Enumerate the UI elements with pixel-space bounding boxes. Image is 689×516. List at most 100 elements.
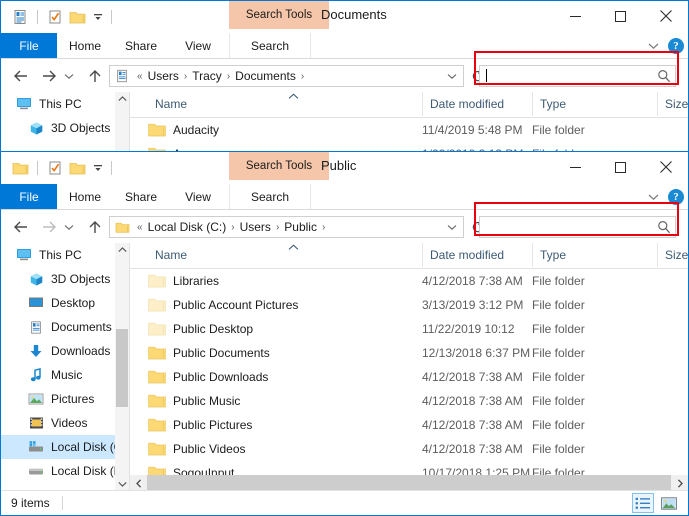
column-header-size[interactable]: Size bbox=[657, 92, 688, 116]
scroll-up-arrow-icon[interactable] bbox=[115, 92, 129, 106]
table-row[interactable]: Audacity 11/4/2019 5:48 PM File folder bbox=[130, 118, 688, 142]
tab-view[interactable]: View bbox=[169, 33, 227, 58]
nav-item-desktop[interactable]: Desktop bbox=[1, 291, 129, 315]
table-row[interactable]: Public Documents 12/13/2018 6:37 PM File… bbox=[130, 341, 688, 365]
address-bar[interactable]: « Local Disk (C:) › Users › Public › bbox=[109, 216, 464, 238]
nav-item-this-pc[interactable]: This PC bbox=[1, 243, 129, 267]
nav-item-this-pc[interactable]: This PC bbox=[1, 92, 129, 116]
properties-icon[interactable] bbox=[46, 8, 64, 26]
breadcrumb-separator[interactable]: › bbox=[227, 222, 238, 233]
collapse-ribbon-chevron-icon[interactable] bbox=[642, 184, 664, 209]
nav-pane-scrollbar[interactable] bbox=[115, 243, 129, 491]
new-folder-icon[interactable] bbox=[68, 159, 86, 177]
breadcrumb-separator[interactable]: › bbox=[318, 222, 329, 233]
breadcrumb-overflow[interactable]: « bbox=[133, 71, 147, 82]
table-row[interactable]: Public Desktop 11/22/2019 10:12 File fol… bbox=[130, 317, 688, 341]
column-header-type[interactable]: Type bbox=[532, 243, 657, 267]
nav-item-local-disk-d[interactable]: Local Disk (D:) bbox=[1, 459, 129, 483]
breadcrumb-item-tracy[interactable]: Tracy bbox=[191, 69, 223, 83]
column-header-size[interactable]: Size bbox=[657, 243, 688, 267]
search-box[interactable] bbox=[479, 65, 676, 87]
details-view-icon[interactable] bbox=[632, 493, 654, 513]
tab-view[interactable]: View bbox=[169, 184, 227, 209]
maximize-button[interactable] bbox=[598, 1, 643, 31]
table-row[interactable]: Public Videos 4/12/2018 7:38 AM File fol… bbox=[130, 437, 688, 461]
large-icons-view-icon[interactable] bbox=[658, 493, 680, 513]
help-button[interactable]: ? bbox=[668, 38, 684, 54]
search-icon[interactable] bbox=[653, 69, 675, 83]
folder-icon[interactable] bbox=[68, 8, 86, 26]
breadcrumb-separator[interactable]: › bbox=[272, 222, 283, 233]
help-button[interactable]: ? bbox=[668, 189, 684, 205]
tab-home[interactable]: Home bbox=[57, 33, 113, 58]
breadcrumb-item-documents[interactable]: Documents bbox=[234, 69, 297, 83]
nav-item-videos[interactable]: Videos bbox=[1, 411, 129, 435]
scrollbar-thumb[interactable] bbox=[116, 329, 128, 407]
nav-item-downloads[interactable]: Downloads bbox=[1, 339, 129, 363]
folder-icon[interactable] bbox=[11, 159, 29, 177]
tab-search[interactable]: Search bbox=[229, 33, 311, 58]
horizontal-scrollbar[interactable] bbox=[130, 475, 688, 491]
breadcrumb-separator[interactable]: › bbox=[223, 71, 234, 82]
table-row[interactable]: Public Account Pictures 3/13/2019 3:12 P… bbox=[130, 293, 688, 317]
scroll-left-arrow-icon[interactable] bbox=[130, 475, 147, 491]
search-icon[interactable] bbox=[653, 220, 675, 234]
tab-home[interactable]: Home bbox=[57, 184, 113, 209]
search-input[interactable] bbox=[480, 69, 653, 83]
breadcrumb-item-users[interactable]: Users bbox=[239, 220, 272, 234]
nav-item-music[interactable]: Music bbox=[1, 363, 129, 387]
customize-chevron-icon[interactable] bbox=[91, 159, 105, 177]
search-box[interactable] bbox=[479, 216, 676, 238]
item-count-label: 9 items bbox=[1, 496, 50, 510]
properties-icon[interactable] bbox=[46, 159, 64, 177]
address-dropdown-chevron-icon[interactable] bbox=[443, 217, 461, 237]
scroll-up-arrow-icon[interactable] bbox=[115, 243, 129, 257]
column-header-name[interactable]: Name bbox=[148, 92, 422, 116]
breadcrumb-item-local-disk-c[interactable]: Local Disk (C:) bbox=[147, 220, 228, 234]
table-row[interactable]: Libraries 4/12/2018 7:38 AM File folder bbox=[130, 269, 688, 293]
back-button[interactable] bbox=[9, 215, 33, 239]
close-button[interactable] bbox=[643, 1, 688, 31]
breadcrumb-overflow[interactable]: « bbox=[133, 222, 147, 233]
up-button[interactable] bbox=[83, 64, 107, 88]
nav-item-pictures[interactable]: Pictures bbox=[1, 387, 129, 411]
nav-item-3d-objects[interactable]: 3D Objects bbox=[1, 267, 129, 291]
breadcrumb-item-public[interactable]: Public bbox=[283, 220, 318, 234]
nav-item-documents[interactable]: Documents bbox=[1, 315, 129, 339]
tab-search[interactable]: Search bbox=[229, 184, 311, 209]
table-row[interactable]: Public Music 4/12/2018 7:38 AM File fold… bbox=[130, 389, 688, 413]
address-bar[interactable]: « Users › Tracy › Documents › bbox=[109, 65, 464, 87]
recent-locations-chevron-icon[interactable] bbox=[61, 215, 77, 239]
breadcrumb-separator[interactable]: › bbox=[180, 71, 191, 82]
minimize-button[interactable] bbox=[553, 152, 598, 182]
table-row[interactable]: Public Pictures 4/12/2018 7:38 AM File f… bbox=[130, 413, 688, 437]
tab-file[interactable]: File bbox=[1, 184, 57, 209]
breadcrumb-item-users[interactable]: Users bbox=[147, 69, 180, 83]
column-header-date-modified[interactable]: Date modified bbox=[422, 243, 532, 267]
nav-item-local-disk-c[interactable]: Local Disk (C:) bbox=[1, 435, 129, 459]
address-dropdown-chevron-icon[interactable] bbox=[443, 66, 461, 86]
forward-button[interactable] bbox=[37, 64, 61, 88]
collapse-ribbon-chevron-icon[interactable] bbox=[642, 33, 664, 58]
tab-share[interactable]: Share bbox=[113, 33, 169, 58]
tab-file[interactable]: File bbox=[1, 33, 57, 58]
column-header-name[interactable]: Name bbox=[148, 243, 422, 267]
customize-chevron-icon[interactable] bbox=[91, 8, 105, 26]
breadcrumb-separator[interactable]: › bbox=[297, 71, 308, 82]
close-button[interactable] bbox=[643, 152, 688, 182]
minimize-button[interactable] bbox=[553, 1, 598, 31]
nav-pane-scrollbar[interactable] bbox=[115, 92, 129, 152]
table-row[interactable]: Public Downloads 4/12/2018 7:38 AM File … bbox=[130, 365, 688, 389]
nav-item-3d-objects[interactable]: 3D Objects bbox=[1, 116, 129, 140]
maximize-button[interactable] bbox=[598, 152, 643, 182]
column-header-date-modified[interactable]: Date modified bbox=[422, 92, 532, 116]
documents-icon[interactable] bbox=[11, 8, 29, 26]
tab-share[interactable]: Share bbox=[113, 184, 169, 209]
scroll-down-arrow-icon[interactable] bbox=[115, 477, 129, 491]
back-button[interactable] bbox=[9, 64, 33, 88]
column-header-type[interactable]: Type bbox=[532, 92, 657, 116]
up-button[interactable] bbox=[83, 215, 107, 239]
scroll-right-arrow-icon[interactable] bbox=[671, 475, 688, 491]
scrollbar-thumb[interactable] bbox=[147, 475, 671, 491]
recent-locations-chevron-icon[interactable] bbox=[61, 64, 77, 88]
